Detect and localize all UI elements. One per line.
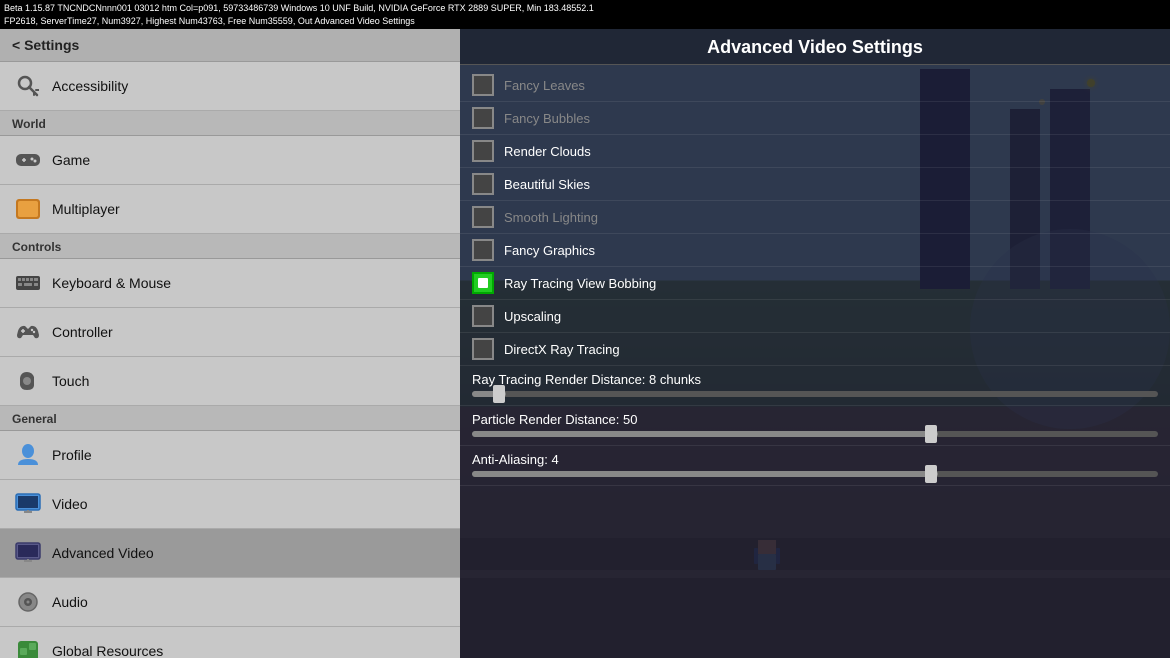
audio-icon: [14, 588, 42, 616]
back-button[interactable]: < Settings: [0, 29, 460, 62]
profile-icon: [14, 441, 42, 469]
anti-aliasing-row: Anti-Aliasing: 4: [460, 446, 1170, 486]
upscaling-label: Upscaling: [504, 309, 561, 324]
toggle-row-beautiful-skies[interactable]: Beautiful Skies: [460, 168, 1170, 201]
multiplayer-label: Multiplayer: [52, 201, 120, 217]
settings-panel: Advanced Video Settings Fancy Leaves Fan…: [460, 29, 1170, 658]
toggle-row-fancy-leaves[interactable]: Fancy Leaves: [460, 69, 1170, 102]
smooth-lighting-label: Smooth Lighting: [504, 210, 598, 225]
controls-section-header: Controls: [0, 234, 460, 259]
video-label: Video: [52, 496, 88, 512]
smooth-lighting-toggle[interactable]: [472, 206, 494, 228]
audio-label: Audio: [52, 594, 88, 610]
sidebar-item-audio[interactable]: Audio: [0, 578, 460, 627]
ray-tracing-render-distance-row: Ray Tracing Render Distance: 8 chunks: [460, 366, 1170, 406]
keyboard-label: Keyboard & Mouse: [52, 275, 171, 291]
particle-render-distance-thumb[interactable]: [925, 425, 937, 443]
fancy-bubbles-toggle[interactable]: [472, 107, 494, 129]
toggle-row-render-clouds[interactable]: Render Clouds: [460, 135, 1170, 168]
settings-scroll[interactable]: Fancy Leaves Fancy Bubbles Render Clouds…: [460, 65, 1170, 658]
key-icon: [14, 72, 42, 100]
fancy-leaves-toggle[interactable]: [472, 74, 494, 96]
anti-aliasing-thumb[interactable]: [925, 465, 937, 483]
ray-tracing-view-bobbing-toggle[interactable]: [472, 272, 494, 294]
directx-ray-tracing-label: DirectX Ray Tracing: [504, 342, 620, 357]
fancy-leaves-label: Fancy Leaves: [504, 78, 585, 93]
toggle-row-ray-tracing-view-bobbing[interactable]: Ray Tracing View Bobbing: [460, 267, 1170, 300]
ray-tracing-render-distance-label: Ray Tracing Render Distance: 8 chunks: [472, 372, 1158, 387]
anti-aliasing-track[interactable]: [472, 471, 1158, 477]
accessibility-label: Accessibility: [52, 78, 128, 94]
back-label: < Settings: [12, 37, 79, 53]
sidebar-item-profile[interactable]: Profile: [0, 431, 460, 480]
sidebar-item-multiplayer[interactable]: Multiplayer: [0, 185, 460, 234]
anti-aliasing-label: Anti-Aliasing: 4: [472, 452, 1158, 467]
advanced-video-label: Advanced Video: [52, 545, 154, 561]
render-clouds-label: Render Clouds: [504, 144, 591, 159]
touch-label: Touch: [52, 373, 89, 389]
fancy-graphics-label: Fancy Graphics: [504, 243, 595, 258]
controller-label: Controller: [52, 324, 113, 340]
sidebar-item-controller[interactable]: Controller: [0, 308, 460, 357]
render-clouds-toggle[interactable]: [472, 140, 494, 162]
ray-tracing-view-bobbing-label: Ray Tracing View Bobbing: [504, 276, 656, 291]
advanced-video-icon: [14, 539, 42, 567]
toggle-row-directx-ray-tracing[interactable]: DirectX Ray Tracing: [460, 333, 1170, 366]
sidebar-item-keyboard[interactable]: Keyboard & Mouse: [0, 259, 460, 308]
debug-line-2: FP2618, ServerTime27, Num3927, Highest N…: [4, 15, 1166, 28]
particle-render-distance-row: Particle Render Distance: 50: [460, 406, 1170, 446]
toggle-row-smooth-lighting[interactable]: Smooth Lighting: [460, 201, 1170, 234]
world-section-header: World: [0, 111, 460, 136]
upscaling-toggle[interactable]: [472, 305, 494, 327]
toggle-row-upscaling[interactable]: Upscaling: [460, 300, 1170, 333]
sidebar-item-touch[interactable]: Touch: [0, 357, 460, 406]
sidebar-item-video[interactable]: Video: [0, 480, 460, 529]
sidebar-item-advanced-video[interactable]: Advanced Video: [0, 529, 460, 578]
beautiful-skies-toggle[interactable]: [472, 173, 494, 195]
general-section-header: General: [0, 406, 460, 431]
monitor-icon: [14, 490, 42, 518]
keyboard-icon: [14, 269, 42, 297]
game-label: Game: [52, 152, 90, 168]
particle-render-distance-label: Particle Render Distance: 50: [472, 412, 1158, 427]
ray-tracing-render-distance-track[interactable]: [472, 391, 1158, 397]
sidebar: < Settings Accessibility World Game Mult…: [0, 29, 460, 658]
global-resources-icon: [14, 637, 42, 658]
profile-label: Profile: [52, 447, 92, 463]
touch-icon: [14, 367, 42, 395]
toggle-row-fancy-graphics[interactable]: Fancy Graphics: [460, 234, 1170, 267]
global-resources-label: Global Resources: [52, 643, 163, 658]
gamepad-icon: [14, 146, 42, 174]
toggle-row-fancy-bubbles[interactable]: Fancy Bubbles: [460, 102, 1170, 135]
ray-tracing-render-distance-thumb[interactable]: [493, 385, 505, 403]
directx-ray-tracing-toggle[interactable]: [472, 338, 494, 360]
particle-render-distance-track[interactable]: [472, 431, 1158, 437]
sidebar-item-global-resources[interactable]: Global Resources: [0, 627, 460, 658]
settings-title: Advanced Video Settings: [460, 29, 1170, 65]
debug-bar: Beta 1.15.87 TNCNDCNnnn001 03012 htm Col…: [0, 0, 1170, 29]
debug-line-1: Beta 1.15.87 TNCNDCNnnn001 03012 htm Col…: [4, 2, 1166, 15]
multiplayer-icon: [14, 195, 42, 223]
fancy-graphics-toggle[interactable]: [472, 239, 494, 261]
controller-icon: [14, 318, 42, 346]
right-panel: Advanced Video Settings Fancy Leaves Fan…: [460, 29, 1170, 658]
sidebar-item-game[interactable]: Game: [0, 136, 460, 185]
beautiful-skies-label: Beautiful Skies: [504, 177, 590, 192]
sidebar-item-accessibility[interactable]: Accessibility: [0, 62, 460, 111]
fancy-bubbles-label: Fancy Bubbles: [504, 111, 590, 126]
